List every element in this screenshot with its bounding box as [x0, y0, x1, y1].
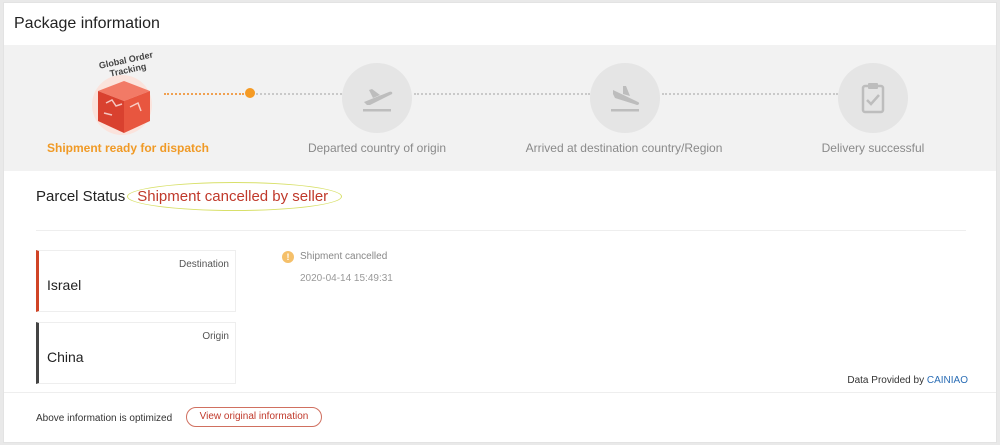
plane-departure-icon — [363, 89, 393, 112]
progress-current-dot — [245, 88, 255, 98]
step-label-departed: Departed country of origin — [307, 141, 447, 155]
provider-link[interactable]: CAINIAO — [927, 375, 968, 386]
parcel-status-row: Parcel Status Shipment cancelled by selle… — [36, 188, 338, 205]
step-label-dispatch: Shipment ready for dispatch — [46, 141, 210, 155]
parcel-status-value: Shipment cancelled by seller — [127, 182, 338, 211]
progress-line-active — [164, 93, 244, 95]
progress-line-2 — [414, 93, 590, 95]
plane-arrival-icon — [611, 86, 640, 112]
progress-line-1 — [256, 93, 342, 95]
destination-caption: Destination — [178, 259, 229, 270]
provider-prefix: Data Provided by — [847, 375, 925, 386]
step-delivered — [838, 63, 908, 133]
step-label-arrived: Arrived at destination country/Region — [525, 141, 723, 155]
optimized-note: Above information is optimized — [36, 413, 173, 424]
destination-name: Israel — [47, 277, 82, 293]
warning-icon: ! — [282, 251, 294, 263]
progress-line-3 — [662, 93, 838, 95]
status-divider — [36, 230, 966, 231]
clipboard-check-icon — [861, 83, 885, 114]
origin-name: China — [47, 349, 84, 365]
package-info-panel: Package information Global Order Trackin… — [3, 2, 997, 443]
shipment-progress-tracker: Global Order Tracking Shipment ready for… — [4, 45, 996, 171]
origin-caption: Origin — [202, 331, 229, 342]
step-label-delivered: Delivery successful — [821, 141, 925, 155]
step-arrived — [590, 63, 660, 133]
footer-divider — [4, 392, 996, 393]
event-timestamp: 2020-04-14 15:49:31 — [300, 273, 393, 284]
event-description: Shipment cancelled — [300, 251, 388, 262]
data-provider: Data Provided by CAINIAO — [847, 375, 968, 386]
destination-card: Destination Israel — [36, 250, 236, 312]
view-original-button[interactable]: View original information — [186, 407, 322, 427]
parcel-status-label: Parcel Status — [36, 188, 126, 205]
global-order-tracking-logo: Global Order Tracking — [84, 50, 174, 139]
page-title: Package information — [14, 15, 160, 32]
panel-header: Package information — [4, 3, 996, 45]
step-departed — [342, 63, 412, 133]
origin-card: Origin China — [36, 322, 236, 384]
